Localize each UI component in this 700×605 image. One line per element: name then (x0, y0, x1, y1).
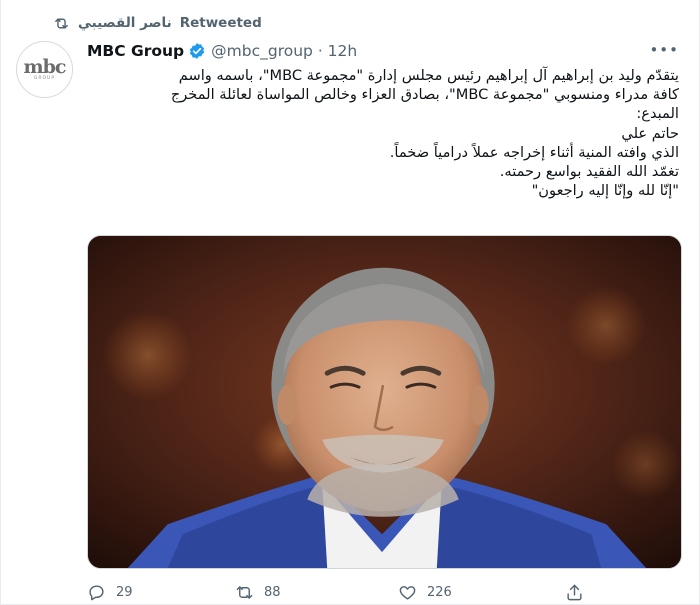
heart-icon (399, 585, 416, 600)
more-options-icon[interactable]: ••• (649, 41, 679, 59)
retweet-icon (55, 18, 68, 28)
verified-badge-icon (190, 43, 205, 59)
reply-count: 29 (116, 584, 133, 600)
tweet-header: MBC Group @mbc_group · 12h ••• (87, 39, 679, 63)
avatar[interactable]: mbc GROUP (16, 41, 73, 98)
share-icon (567, 584, 582, 600)
tweet-line: يتقدّم وليد بن إبراهيم آل إبراهيم رئيس م… (178, 67, 679, 84)
tweet-text: يتقدّم وليد بن إبراهيم آل إبراهيم رئيس م… (87, 66, 679, 200)
time-separator: · (312, 42, 328, 60)
tweet-line: "إنّا لله وإنّا إليه راجعون" (531, 182, 679, 200)
retweet-icon (236, 585, 253, 599)
retweet-context: ناصر القصيبي Retweeted (53, 12, 262, 34)
portrait-image (88, 236, 681, 568)
tweet-card[interactable]: ناصر القصيبي Retweeted mbc GROUP MBC Gro… (0, 0, 700, 605)
tweet-photo[interactable] (87, 235, 682, 569)
tweet-line: تغمّد الله الفقيد بواسع رحمته. (499, 163, 679, 181)
reply-button[interactable]: 29 (87, 583, 133, 602)
tweet-line: حاتم علي (621, 124, 679, 142)
retweet-button[interactable]: 88 (235, 583, 281, 602)
avatar-logo-text: mbc (23, 56, 67, 78)
share-button[interactable] (565, 583, 584, 602)
tweet-timestamp[interactable]: 12h (328, 42, 358, 60)
retweet-label: Retweeted (179, 15, 262, 31)
like-count: 226 (427, 584, 452, 600)
author-name[interactable]: MBC Group (87, 42, 184, 60)
retweet-count: 88 (264, 584, 281, 600)
tweet-line: المبدع: (636, 105, 679, 123)
author-handle[interactable]: @mbc_group (211, 42, 313, 60)
reply-icon (89, 584, 104, 600)
avatar-logo-subtext: GROUP (33, 76, 56, 81)
like-button[interactable]: 226 (398, 583, 452, 602)
tweet-line: الذي وافته المنية أثناء إخراجه عملاً درا… (389, 143, 679, 161)
tweet-line: كافة مدراء ومنسوبي "مجموعة MBC"، بصادق ا… (170, 86, 679, 104)
retweeter-name[interactable]: ناصر القصيبي (78, 15, 172, 31)
tweet-actions: 29 88 226 (87, 580, 647, 604)
